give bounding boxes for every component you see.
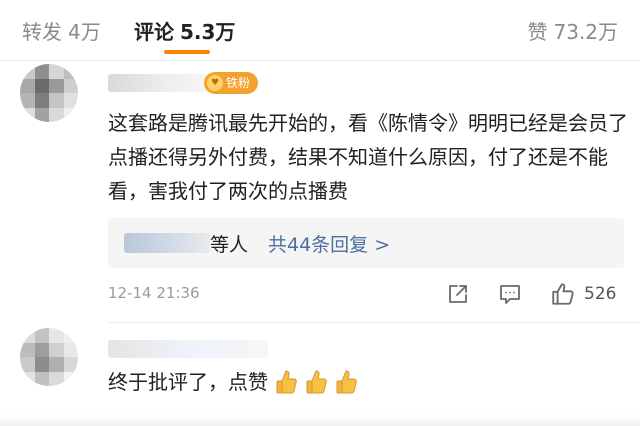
tab-comment-label: 评论	[134, 20, 174, 44]
header-divider	[0, 60, 640, 61]
avatar-mosaic	[20, 64, 78, 122]
comment-text: 这套路是腾讯最先开始的，看《陈情令》明明已经是会员了点播还得另外付费，结果不知道…	[108, 111, 628, 203]
share-icon	[449, 285, 467, 303]
medal-icon: ♥	[207, 75, 223, 91]
fan-badge-label: 铁粉	[226, 76, 251, 90]
avatar[interactable]	[20, 64, 78, 122]
comment-icon	[500, 285, 520, 304]
tab-repost-count: 4万	[68, 20, 101, 44]
tab-repost-label: 转发	[22, 20, 62, 44]
thumbs-up-emoji-icon	[336, 370, 357, 394]
comment-timestamp: 12-14 21:36	[108, 284, 200, 302]
reply-suffix: 等人	[210, 234, 249, 256]
next-comment-edge	[0, 414, 640, 426]
thumbs-up-emoji-icon	[276, 370, 297, 394]
comment-text: 终于批评了，点赞	[108, 365, 628, 399]
avatar[interactable]	[20, 328, 78, 386]
tab-comment-count: 5.3万	[180, 20, 236, 44]
replies-preview[interactable]: 等人 共44条回复 >	[108, 218, 624, 268]
tab-like[interactable]: 赞 73.2万	[527, 16, 618, 45]
thumbs-up-icon	[552, 283, 574, 305]
comment-divider	[108, 322, 640, 323]
like-button[interactable]: 526	[550, 280, 616, 308]
tab-like-label: 赞	[527, 20, 548, 44]
reply-usernames-blurred	[124, 233, 210, 253]
share-button[interactable]	[446, 280, 470, 308]
fan-badge: ♥ 铁粉	[204, 72, 259, 94]
username-blurred[interactable]	[108, 340, 268, 358]
username-blurred[interactable]	[108, 74, 208, 92]
avatar-mosaic	[20, 328, 78, 386]
tab-repost[interactable]: 转发 4万	[22, 16, 101, 45]
thumbs-up-emoji-icon	[306, 370, 327, 394]
view-replies-link[interactable]: 共44条回复 >	[268, 230, 390, 257]
comment-tabs: 转发 4万 评论 5.3万 赞 73.2万	[0, 0, 640, 60]
reply-button[interactable]	[498, 280, 522, 308]
comment-text-content: 终于批评了，点赞	[108, 370, 268, 394]
active-tab-indicator	[164, 50, 210, 54]
like-count: 526	[584, 284, 617, 304]
tab-comment[interactable]: 评论 5.3万	[134, 16, 235, 45]
tab-like-count: 73.2万	[553, 20, 618, 44]
